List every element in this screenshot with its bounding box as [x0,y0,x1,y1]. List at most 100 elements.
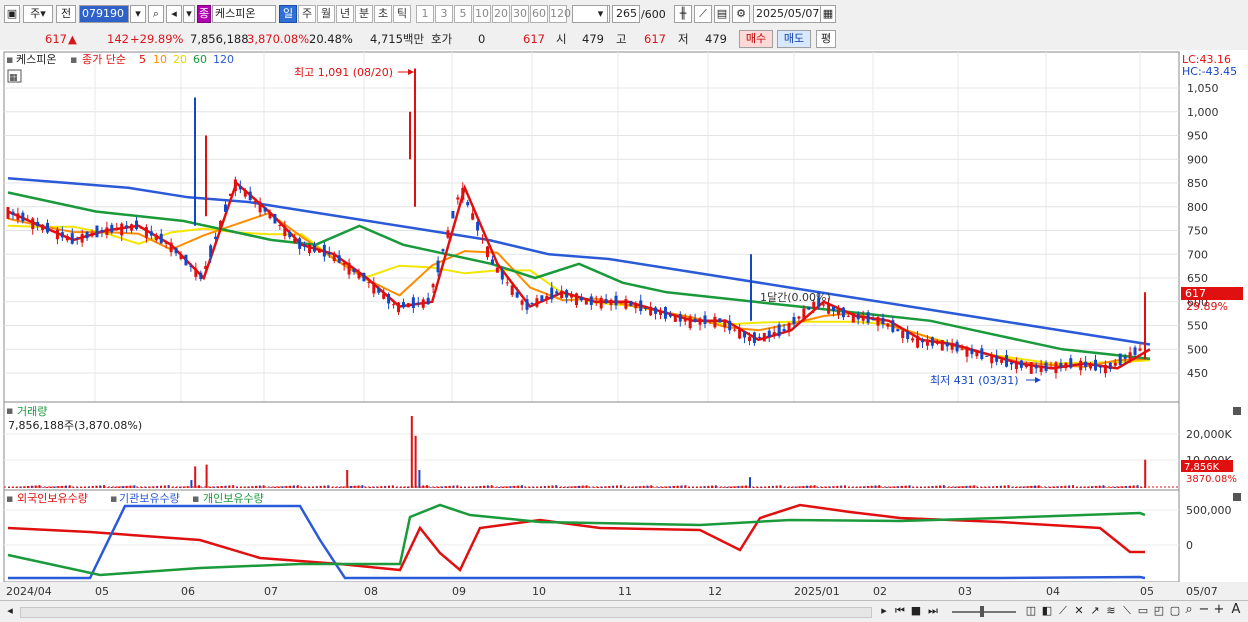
candle-body [130,224,134,231]
candle-body [925,339,929,346]
calendar-icon[interactable]: ▦ [820,5,836,23]
hoga-price: 617 [523,32,545,46]
speaker-dropdown-icon[interactable]: ▾ [183,5,195,23]
period-tab[interactable]: 틱 [393,5,411,23]
interval-button[interactable]: 30 [511,5,529,23]
candle-body [189,265,193,267]
period-tab[interactable]: 일 [279,5,297,23]
settings-icon[interactable]: ⚙ [732,5,750,23]
holder-foreign-title[interactable]: 외국인보유수량 [17,492,88,505]
trade-amount: 4,715백만 [370,32,425,46]
compare-icon[interactable]: ◫ [1024,604,1038,618]
draw-tool-icon[interactable]: ⟋ [694,5,712,23]
interval-button[interactable]: 20 [492,5,510,23]
volume-bar [1144,459,1147,488]
period-tab[interactable]: 월 [317,5,335,23]
zoom-in-icon[interactable]: + [1213,603,1225,617]
text-tool-icon[interactable]: ◰ [1152,604,1166,618]
font-size-icon[interactable]: A [1229,603,1243,617]
volume-title[interactable]: 거래량 [17,405,47,418]
candle-body [80,234,84,243]
candle-body [233,179,237,192]
speaker-icon[interactable]: ◂ [166,5,182,23]
price-tick-label: 950 [1187,130,1208,143]
zoom-icon[interactable]: ⌕ [1182,603,1196,617]
candle-body [634,304,638,309]
code-dropdown-icon[interactable]: ▾ [130,5,146,23]
box-tool-icon[interactable]: ▭ [1136,604,1150,618]
period-tab[interactable]: 초 [374,5,392,23]
period-tab[interactable]: 주 [298,5,316,23]
holder-individual-title[interactable]: 개인보유수량 [203,492,264,505]
legend-ma60[interactable]: 60 [193,53,207,66]
first-page-icon[interactable]: ⏮ [893,604,907,618]
candle-body [668,314,672,317]
chart-svg[interactable]: 4505005506006507007508008509009501,0001,… [0,50,1248,602]
candle-body [312,245,316,252]
legend-name[interactable]: 케스피온 [16,53,56,66]
arrow-tool-icon[interactable]: ↗ [1088,604,1102,618]
legend-base[interactable]: 종가 단순 [82,53,126,66]
interval-button[interactable]: 10 [473,5,491,23]
legend-ma20[interactable]: 20 [173,53,187,66]
volume-bar [1037,485,1040,488]
eval-button[interactable]: 평 [816,30,836,48]
candle-body [629,300,633,307]
zoom-slider[interactable] [952,611,1016,613]
candle-body [476,221,480,231]
volume-bar [505,486,508,488]
search-icon[interactable]: ⌕ [148,5,164,23]
candle-body [1079,360,1083,371]
candle-body [985,355,989,357]
chart-area[interactable]: 450 500 550 600 650 700 750 800 850 900 950 1,000 1,… [0,50,1248,602]
mode2-button[interactable]: 전 [56,5,76,23]
interval-button[interactable]: 120 [549,5,571,23]
horizontal-scrollbar[interactable] [20,607,872,618]
legend-ma120[interactable]: 120 [213,53,234,66]
interval-button[interactable]: 5 [454,5,472,23]
mode-select[interactable]: 주▾ [23,5,53,23]
candle-body [822,304,826,306]
candle-body [505,282,509,284]
fib-icon[interactable]: ≋ [1104,604,1118,618]
interval-dropdown-icon[interactable]: ▾ [594,5,608,23]
stop-icon[interactable]: ■ [910,604,922,618]
stock-code-input[interactable]: 079190 [79,5,129,23]
save-icon[interactable]: ▤ [714,5,730,23]
date-input[interactable]: 2025/05/07 [753,5,821,23]
interval-button[interactable]: 3 [435,5,453,23]
period-tab[interactable]: 분 [355,5,373,23]
holdings-close-icon[interactable] [1233,493,1241,501]
overlay-icon[interactable]: ◧ [1040,604,1054,618]
volume-close-icon[interactable] [1233,407,1241,415]
crosshair-icon[interactable]: ✕ [1072,604,1086,618]
candle-body [41,224,45,231]
chart-type-icon[interactable]: ▣ [4,5,20,23]
holder-institution-title[interactable]: 기관보유수량 [119,492,180,505]
sell-button[interactable]: 매도 [777,30,811,48]
trend-icon[interactable]: ⟋ [1056,604,1070,618]
scroll-left-icon[interactable]: ◂ [4,604,16,618]
stock-name-field[interactable]: 케스피온 [212,5,276,23]
zoom-out-icon[interactable]: − [1198,603,1210,617]
period-tab[interactable]: 년 [336,5,354,23]
volume-bar [654,487,656,488]
candle-body [836,309,840,315]
candle-type-icon[interactable]: ╫ [674,5,692,23]
count-input[interactable]: 265 [612,5,640,23]
candle-body [639,300,643,312]
legend-ma5[interactable]: 5 [139,53,146,66]
interval-button[interactable]: 1 [416,5,434,23]
buy-button[interactable]: 매수 [739,30,773,48]
price-tick-label: 650 [1187,272,1208,285]
candle-body [258,201,262,213]
interval-button[interactable]: 60 [530,5,548,23]
line-tool-icon[interactable]: ⟍ [1120,604,1134,618]
last-page-icon[interactable]: ⏭ [926,604,940,618]
rect-tool-icon[interactable]: ▢ [1168,604,1182,618]
legend-ma10[interactable]: 10 [153,53,167,66]
scroll-right-icon[interactable]: ▸ [878,604,890,618]
zoom-slider-handle[interactable] [980,606,984,617]
x-tick-label: 12 [708,585,722,598]
high-annotation: 최고 1,091 (08/20) [294,66,393,79]
